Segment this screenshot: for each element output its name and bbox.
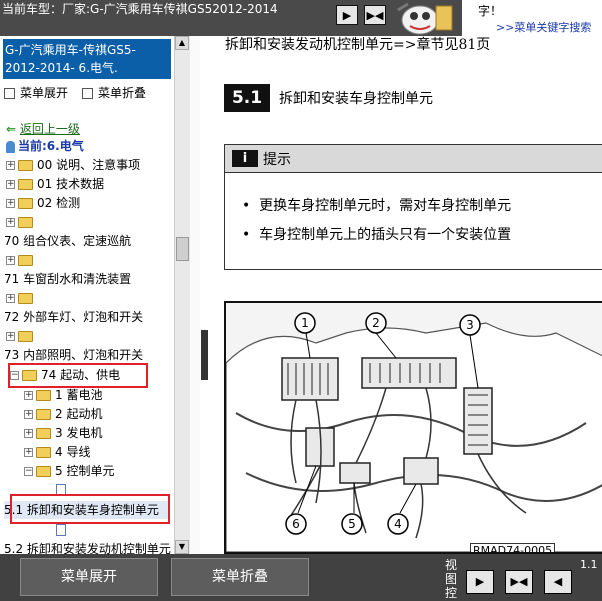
tree-item-73[interactable]: 73 内部照明、灯泡和开关 xyxy=(4,346,143,364)
expand-toggle-icon[interactable]: + xyxy=(6,199,15,208)
search-hint-text: 字！ xyxy=(478,4,503,18)
zoom-value: 1.1 xyxy=(580,558,598,571)
scroll-up-icon[interactable]: ▲ xyxy=(175,36,189,50)
figure-caption: RMAD74-0005 xyxy=(470,543,556,552)
callout-5-label: 5 xyxy=(348,517,356,531)
document-content: 拆卸和安装发动机控制单元=>章节见81页 5.1 拆卸和安装车身控制单元 i 提… xyxy=(209,36,602,554)
view-control-label: 视图控 xyxy=(445,558,458,600)
callout-6-label: 6 xyxy=(292,517,300,531)
expand-toggle-icon[interactable]: + xyxy=(6,218,15,227)
callout-3-label: 3 xyxy=(466,318,474,332)
back-arrow-icon: ⇐ xyxy=(6,122,17,136)
menu-tree-panel: G-广汽乘用车-传祺GS5-2012-2014- 6.电气. 菜单展开 菜单折叠… xyxy=(0,36,190,554)
tip-label: 提示 xyxy=(263,152,291,168)
view-prev-button[interactable]: ◀ xyxy=(544,570,572,594)
tree-item-71-folder[interactable]: + xyxy=(6,251,37,269)
tree-item-01[interactable]: +01 技术数据 xyxy=(6,175,104,193)
expand-toggle-icon[interactable]: + xyxy=(6,294,15,303)
folder-icon xyxy=(18,255,33,266)
section-title: 拆卸和安装车身控制单元 xyxy=(279,91,433,107)
expand-toggle-icon[interactable]: + xyxy=(6,180,15,189)
back-link[interactable]: ⇐ 返回上一级 xyxy=(6,120,80,138)
tree-item-74-2[interactable]: +2 起动机 xyxy=(24,405,102,423)
expand-toggle-icon[interactable]: + xyxy=(24,391,33,400)
tree-item-74-4[interactable]: +4 导线 xyxy=(24,443,90,461)
tree-item-00[interactable]: +00 说明、注意事项 xyxy=(6,156,140,174)
connector-illustration: 1 2 3 4 5 6 xyxy=(226,303,602,552)
tree-item-70[interactable]: 70 组合仪表、定速巡航 xyxy=(4,232,131,250)
mascot-icon xyxy=(390,0,460,36)
folder-icon xyxy=(18,293,33,304)
expand-toggle-icon[interactable]: + xyxy=(24,448,33,457)
current-node: 当前:6.电气 xyxy=(6,137,84,155)
expand-toggle-icon[interactable]: + xyxy=(24,429,33,438)
folder-icon xyxy=(18,179,33,190)
panel-splitter[interactable] xyxy=(190,36,200,554)
folder-icon xyxy=(36,428,51,439)
scrollbar-thumb[interactable] xyxy=(176,237,189,261)
folder-icon xyxy=(18,217,33,228)
tip-box: i 提示 • 更换车身控制单元时，需对车身控制单元 • 车身控制单元上的插头只有… xyxy=(224,144,602,270)
expand-icon xyxy=(4,88,15,99)
highlight-box-74 xyxy=(8,363,148,388)
connector-figure: 1 2 3 4 5 6 RMAD74-0005 xyxy=(224,301,602,554)
tip-bullet-1: • 更换车身控制单元时，需对车身控制单元 xyxy=(242,198,512,214)
tree-item-70-folder[interactable]: + xyxy=(6,213,37,231)
current-model-label: 当前车型：厂家:G-广汽乘用车传祺GS52012-2014 xyxy=(2,2,278,16)
collapse-toggle-icon[interactable]: − xyxy=(24,467,33,476)
tree-item-72[interactable]: 72 外部车灯、灯泡和开关 xyxy=(4,308,143,326)
tree-item-73-folder[interactable]: + xyxy=(6,327,37,345)
callout-2-label: 2 xyxy=(372,316,380,330)
person-icon xyxy=(6,140,15,153)
callout-4-label: 4 xyxy=(394,517,402,531)
collapse-icon xyxy=(82,88,93,99)
tree-item-71[interactable]: 71 车窗刮水和清洗装置 xyxy=(4,270,131,288)
document-title: G-广汽乘用车-传祺GS5-2012-2014- 6.电气. xyxy=(3,39,171,79)
callout-1-label: 1 xyxy=(301,316,309,330)
expand-all-link[interactable]: 菜单展开 xyxy=(4,84,68,102)
tree-item-74-3[interactable]: +3 发电机 xyxy=(24,424,102,442)
tree-scrollbar[interactable]: ▲ ▼ xyxy=(174,36,190,554)
expand-toggle-icon[interactable]: + xyxy=(6,256,15,265)
menu-collapse-button[interactable]: 菜单折叠 xyxy=(171,558,309,596)
top-bar: 当前车型：厂家:G-广汽乘用车传祺GS52012-2014 ▶ ▶◀ 字！ >>… xyxy=(0,0,602,36)
next-nav-button[interactable]: ▶ xyxy=(336,5,358,25)
folder-icon xyxy=(36,409,51,420)
expand-toggle-icon[interactable]: + xyxy=(6,332,15,341)
folder-icon xyxy=(18,331,33,342)
folder-icon xyxy=(18,198,33,209)
tip-header: i 提示 xyxy=(225,145,602,173)
menu-expand-button[interactable]: 菜单展开 xyxy=(20,558,158,596)
expand-toggle-icon[interactable]: + xyxy=(6,161,15,170)
folder-icon xyxy=(36,447,51,458)
section-number: 5.1 xyxy=(224,84,270,112)
bottom-toolbar: 菜单展开 菜单折叠 视图控 ▶ ▶◀ ◀ 1.1 xyxy=(0,554,602,601)
tree-item-74-1[interactable]: +1 蓄电池 xyxy=(24,386,102,404)
page-icon xyxy=(56,523,66,536)
tree-item-74-5[interactable]: −5 控制单元 xyxy=(24,462,114,480)
toggle-panel-button[interactable]: ▶◀ xyxy=(364,5,386,25)
scroll-down-icon[interactable]: ▼ xyxy=(175,540,189,554)
view-split-button[interactable]: ▶◀ xyxy=(505,570,533,594)
tree-item-02[interactable]: +02 检测 xyxy=(6,194,80,212)
folder-icon xyxy=(36,390,51,401)
tip-bullet-2: • 车身控制单元上的插头只有一个安装位置 xyxy=(242,227,512,243)
info-icon: i xyxy=(232,150,258,167)
folder-icon xyxy=(18,160,33,171)
highlight-box-5-1 xyxy=(10,494,170,524)
expand-toggle-icon[interactable]: + xyxy=(24,410,33,419)
view-next-button[interactable]: ▶ xyxy=(466,570,494,594)
open-folder-icon xyxy=(36,466,51,477)
tree-item-5-2[interactable]: 5.2 拆卸和安装发动机控制单元 xyxy=(4,540,171,554)
keyword-search-link[interactable]: >>菜单关键字搜索 xyxy=(496,19,591,35)
tree-item-72-folder[interactable]: + xyxy=(6,289,37,307)
reference-line: 拆卸和安装发动机控制单元=>章节见81页 xyxy=(225,37,491,53)
splitter-grip[interactable] xyxy=(201,330,208,380)
collapse-all-link[interactable]: 菜单折叠 xyxy=(82,84,146,102)
